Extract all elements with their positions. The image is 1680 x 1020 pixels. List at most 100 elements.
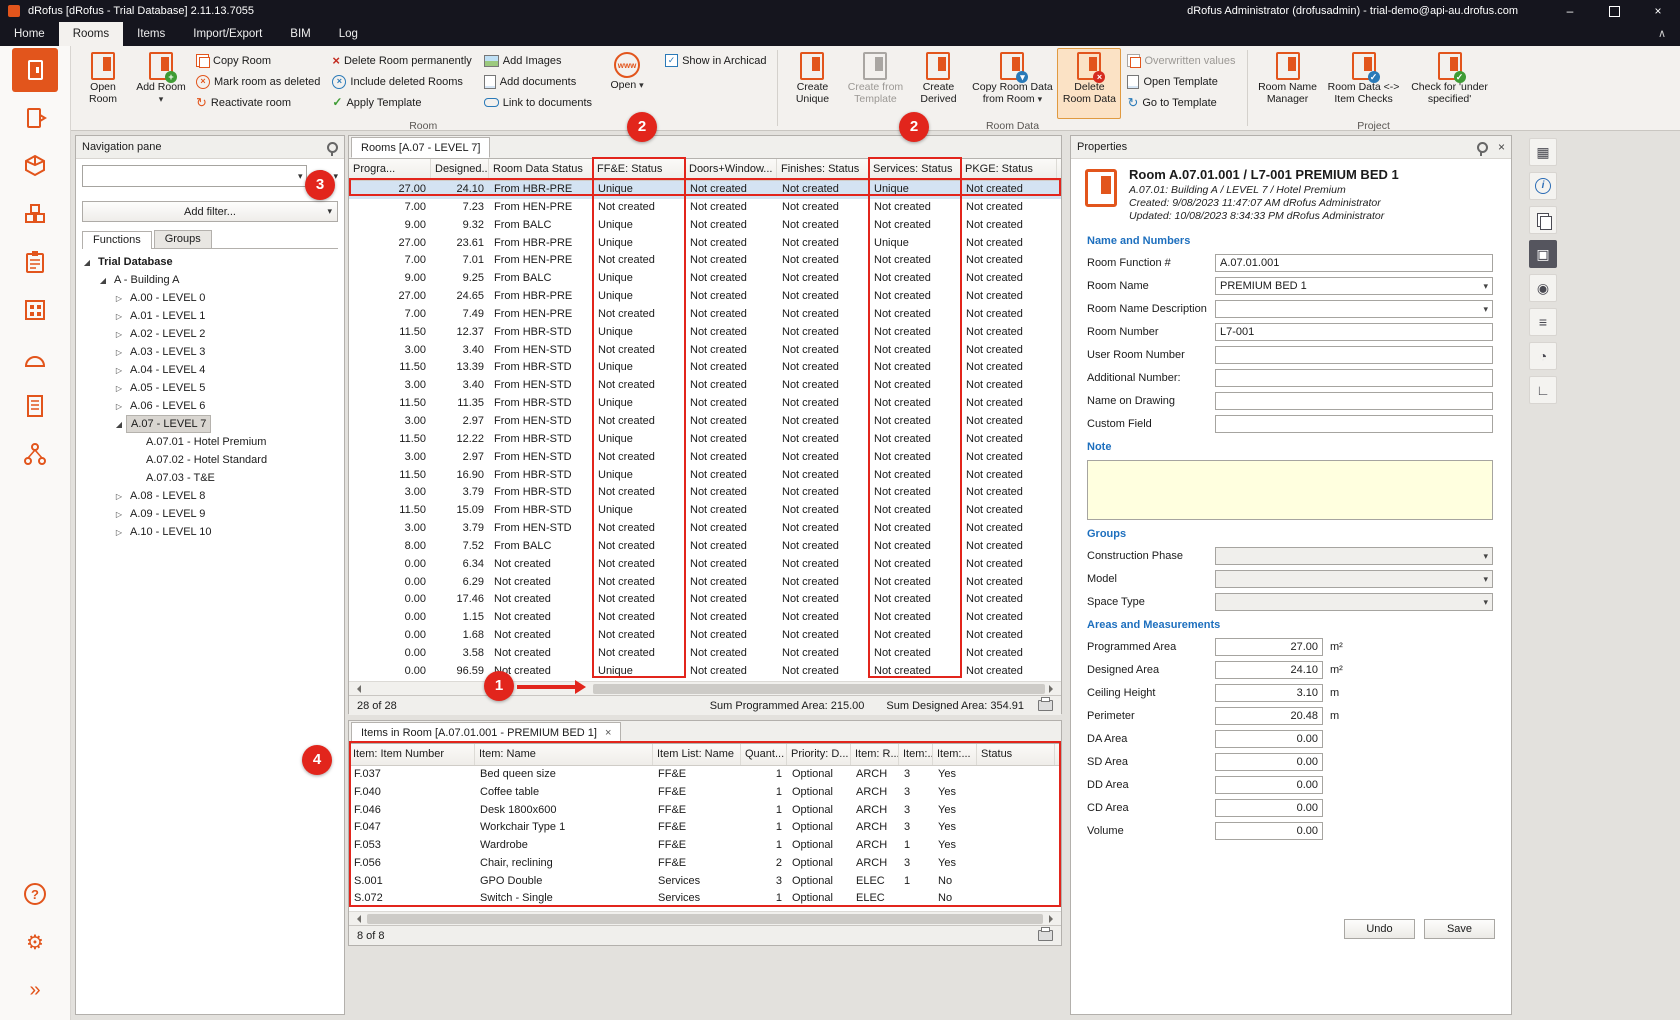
tab-log[interactable]: Log [325,22,372,46]
table-row[interactable]: 9.009.25From BALCUniqueNot createdNot cr… [349,270,1061,288]
model-panel-button[interactable]: ▣ [1529,240,1557,268]
tab-bim[interactable]: BIM [276,22,324,46]
room-name-description-select[interactable]: ▾ [1215,300,1493,318]
tree-expand-icon[interactable]: ▷ [112,402,126,411]
scrollbar-thumb[interactable] [367,914,1043,924]
table-row[interactable]: 0.0017.46Not createdNot createdNot creat… [349,591,1061,609]
scroll-right-icon[interactable] [1049,685,1057,693]
rooms-horizontal-scrollbar[interactable] [349,681,1061,696]
volume-field[interactable]: 0.00 [1215,822,1323,840]
items-tab[interactable]: Items in Room [A.07.01.001 - PREMIUM BED… [351,722,621,743]
column-header-services-status[interactable]: Services: Status [869,159,961,180]
add-room-button[interactable]: + Add Room ▾ [132,48,190,119]
measure-panel-button[interactable]: ∟ [1529,376,1557,404]
tree-expand-icon[interactable]: ▷ [112,330,126,339]
scroll-left-icon[interactable] [353,915,361,923]
table-row[interactable]: 27.0024.65From HBR-PREUniqueNot createdN… [349,288,1061,306]
images-panel-button[interactable]: ◉ [1529,274,1557,302]
delete-room-permanently-button[interactable]: ×Delete Room permanently [328,50,475,71]
space-type-select[interactable]: ▾ [1215,593,1493,611]
tree-item-a-07-03-t-e[interactable]: A.07.03 - T&E [76,469,344,487]
column-header-item-name[interactable]: Item: Name [475,744,653,765]
column-header-item[interactable]: Item:... [933,744,977,765]
overwritten-values-button[interactable]: Overwritten values [1123,50,1239,71]
column-header-designed[interactable]: Designed... [431,159,489,180]
table-row[interactable]: 7.007.23From HEN-PRENot createdNot creat… [349,199,1061,217]
dd-area-field[interactable]: 0.00 [1215,776,1323,794]
table-row[interactable]: F.047Workchair Type 1FF&E1OptionalARCH3Y… [349,819,1061,837]
construction-phase-select[interactable]: ▾ [1215,547,1493,565]
ceiling-height-field[interactable]: 3.10 [1215,684,1323,702]
tree-item-a-08-level-8[interactable]: ▷A.08 - LEVEL 8 [76,487,344,505]
history-panel-button[interactable]: ◔ [1529,342,1557,370]
go-to-template-button[interactable]: ↻Go to Template [1123,92,1239,113]
sidebar-room-list-button[interactable] [12,96,58,140]
tree-expand-icon[interactable]: ▷ [112,348,126,357]
room-name-manager-button[interactable]: Room Name Manager [1253,48,1323,119]
sidebar-items-module-button[interactable] [12,192,58,236]
tree-item-a-10-level-10[interactable]: ▷A.10 - LEVEL 10 [76,523,344,541]
tab-import-export[interactable]: Import/Export [179,22,276,46]
table-row[interactable]: 0.0096.59Not createdUniqueNot createdNot… [349,663,1061,681]
tree-item-a-05-level-5[interactable]: ▷A.05 - LEVEL 5 [76,379,344,397]
tree-expand-icon[interactable]: ▷ [112,492,126,501]
table-row[interactable]: 7.007.01From HEN-PRENot createdNot creat… [349,252,1061,270]
open-template-button[interactable]: Open Template [1123,71,1239,92]
model-select[interactable]: ▾ [1215,570,1493,588]
column-header-finishes-status[interactable]: Finishes: Status [777,159,869,180]
table-row[interactable]: S.072Switch - SingleServices1OptionalELE… [349,890,1061,908]
reactivate-room-button[interactable]: ↻Reactivate room [192,92,324,113]
apply-template-button[interactable]: ✓Apply Template [328,92,475,113]
www-open-button[interactable]: www Open ▾ [598,48,656,119]
tree-collapse-icon[interactable]: ◢ [112,420,126,429]
table-row[interactable]: F.040Coffee tableFF&E1OptionalARCH3Yes [349,784,1061,802]
room-function-field[interactable]: A.07.01.001 [1215,254,1493,272]
column-header-status[interactable]: Status [977,744,1055,765]
print-icon[interactable] [1038,930,1053,941]
sidebar-rooms-module-button[interactable] [12,48,58,92]
column-header-item-r[interactable]: Item: R... [851,744,899,765]
tree-item-a-03-level-3[interactable]: ▷A.03 - LEVEL 3 [76,343,344,361]
copy-room-button[interactable]: Copy Room [192,50,324,71]
tree-item-a-07-02-hotel-standard[interactable]: A.07.02 - Hotel Standard [76,451,344,469]
copy-room-data-from-room-button[interactable]: ▾ Copy Room Data from Room ▾ [967,48,1057,119]
column-header-progra[interactable]: Progra... [349,159,431,180]
tree-expand-icon[interactable]: ▷ [112,384,126,393]
scroll-right-icon[interactable] [1049,915,1057,923]
scroll-left-icon[interactable] [353,685,361,693]
minimize-button[interactable]: – [1548,0,1592,22]
tree-collapse-icon[interactable]: ◢ [80,258,94,267]
sidebar-documents-button[interactable] [12,384,58,428]
delete-room-data-button[interactable]: × Delete Room Data [1057,48,1121,119]
tree-expand-icon[interactable]: ▷ [112,510,126,519]
mark-room-deleted-button[interactable]: ×Mark room as deleted [192,71,324,92]
table-row[interactable]: F.053WardrobeFF&E1OptionalARCH1Yes [349,837,1061,855]
tree-expand-icon[interactable]: ▷ [112,312,126,321]
tree-item-a-04-level-4[interactable]: ▷A.04 - LEVEL 4 [76,361,344,379]
table-row[interactable]: 7.007.49From HEN-PRENot createdNot creat… [349,306,1061,324]
table-row[interactable]: 0.006.34Not createdNot createdNot create… [349,556,1061,574]
additional-number-field[interactable] [1215,369,1493,387]
settings-button[interactable]: ⚙ [12,920,58,964]
note-input[interactable] [1087,460,1493,520]
link-to-documents-button[interactable]: Link to documents [480,92,596,113]
search-icon[interactable] [315,170,327,182]
rooms-tab[interactable]: Rooms [A.07 - LEVEL 7] [351,137,490,158]
undo-button[interactable]: Undo [1344,919,1415,939]
sidebar-org-chart-button[interactable] [12,432,58,476]
table-row[interactable]: 11.5016.90From HBR-STDUniqueNot createdN… [349,467,1061,485]
user-room-number-field[interactable] [1215,346,1493,364]
pin-icon[interactable] [327,142,338,153]
table-row[interactable]: 0.006.29Not createdNot createdNot create… [349,574,1061,592]
table-row[interactable]: 3.003.79From HBR-STDNot createdNot creat… [349,484,1061,502]
check-under-specified-button[interactable]: ✓ Check for 'under specified' [1405,48,1495,119]
column-header-quant[interactable]: Quant... [741,744,787,765]
items-horizontal-scrollbar[interactable] [349,911,1061,926]
table-row[interactable]: F.037Bed queen sizeFF&E1OptionalARCH3Yes [349,766,1061,784]
tree-item-a-06-level-6[interactable]: ▷A.06 - LEVEL 6 [76,397,344,415]
include-deleted-rooms-button[interactable]: ×Include deleted Rooms [328,71,475,92]
open-room-button[interactable]: Open Room [74,48,132,119]
table-row[interactable]: 11.5015.09From HBR-STDUniqueNot createdN… [349,502,1061,520]
show-in-archicad-checkbox[interactable]: ✓Show in Archicad [661,50,770,71]
documents-panel-button[interactable]: ≡ [1529,308,1557,336]
